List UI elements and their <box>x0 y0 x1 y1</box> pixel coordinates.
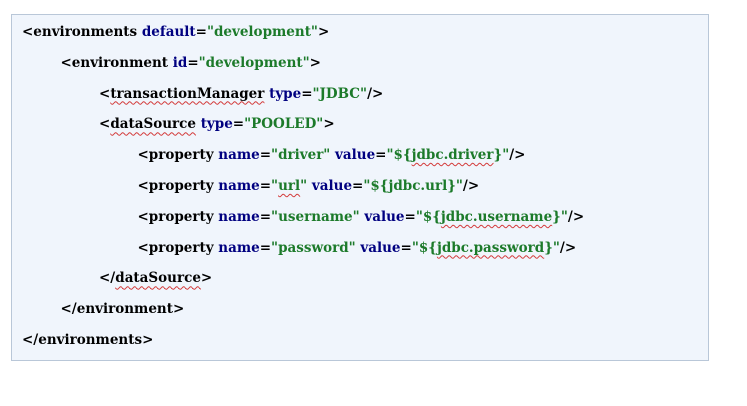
tag-text: < <box>99 116 111 133</box>
attribute-name: value <box>335 147 376 164</box>
code-line: </dataSource> <box>99 266 212 290</box>
code-line: <property name="driver" value="${jdbc.dr… <box>138 143 526 167</box>
attribute-name: value <box>364 208 405 225</box>
tag-text: = <box>400 239 412 256</box>
tag-text: </ <box>99 270 116 287</box>
tag-text: /> <box>367 85 384 102</box>
tag-text: = <box>187 54 199 71</box>
xml-code-block: <environments default="development"> <env… <box>11 14 709 361</box>
code-line: <dataSource type="POOLED"> <box>99 112 335 136</box>
attribute-name: value <box>360 239 401 256</box>
tag-text: > <box>323 116 335 133</box>
tag-text: = <box>352 178 364 194</box>
attribute-name: default <box>141 24 196 40</box>
code-line: <environments default="development"> <box>22 20 329 44</box>
attribute-value: "development" <box>198 54 310 71</box>
attribute-value: "development" <box>206 24 318 40</box>
tag-text: dataSource <box>110 116 196 133</box>
attribute-value: "${ <box>415 208 441 225</box>
attribute-value: }" <box>552 208 568 225</box>
attribute-name: name <box>218 178 260 194</box>
tag-text: </environments> <box>22 332 154 348</box>
tag-text: > <box>200 270 213 287</box>
attribute-value: url <box>278 178 301 194</box>
attribute-value: "${ <box>411 239 437 256</box>
code-line: <property name="username" value="${jdbc.… <box>138 205 585 229</box>
tag-text: < <box>99 85 111 102</box>
tag-text: = <box>404 208 416 225</box>
code-line: </environment> <box>61 297 185 321</box>
code-line: <property name="url" value="${jdbc.url}"… <box>138 174 480 198</box>
tag-text: <property <box>137 208 219 225</box>
tag-text: <property <box>137 239 219 256</box>
attribute-value: }" <box>544 239 560 256</box>
tag-text: <property <box>137 178 219 194</box>
tag-text: > <box>309 54 321 71</box>
tag-text: = <box>195 24 207 40</box>
tag-text: = <box>232 116 245 133</box>
tag-text: transactionManager <box>110 85 265 102</box>
attribute-name: name <box>218 239 260 256</box>
attribute-value: "${jdbc.url}" <box>363 178 463 194</box>
attribute-name: name <box>218 147 260 164</box>
tag-text: <environments <box>22 24 142 40</box>
attribute-value: }" <box>493 147 510 164</box>
code-line: </environments> <box>22 328 153 352</box>
tag-text: /> <box>462 178 480 194</box>
tag-text: = <box>259 208 272 225</box>
tag-text: </environment> <box>60 301 185 318</box>
tag-text: = <box>259 178 272 194</box>
attribute-name: id <box>172 54 188 71</box>
tag-text: > <box>317 24 330 40</box>
tag-text: /> <box>567 208 585 225</box>
attribute-name: type <box>200 116 233 133</box>
attribute-value: jdbc.password <box>436 239 545 256</box>
attribute-value: jdbc.driver <box>411 147 494 164</box>
code-line: <environment id="development"> <box>61 51 321 75</box>
attribute-name: name <box>218 208 260 225</box>
attribute-value: "POOLED" <box>244 116 324 133</box>
code-line: <transactionManager type="JDBC"/> <box>99 82 383 106</box>
code-line: <property name="password" value="${jdbc.… <box>138 236 577 260</box>
tag-text: <environment <box>60 54 173 71</box>
tag-text: = <box>259 147 272 164</box>
attribute-value: "JDBC" <box>312 85 368 102</box>
attribute-value: "${ <box>386 147 412 164</box>
tag-text: dataSource <box>115 270 201 287</box>
tag-text: <property <box>137 147 219 164</box>
attribute-name: value <box>311 178 353 194</box>
tag-text: /> <box>559 239 577 256</box>
attribute-value: "driver" <box>271 147 331 164</box>
tag-text: /> <box>509 147 526 164</box>
attribute-value: "username" <box>271 208 360 225</box>
tag-text: = <box>301 85 313 102</box>
attribute-value: jdbc.username <box>440 208 553 225</box>
tag-text: = <box>259 239 272 256</box>
attribute-name: type <box>269 85 302 102</box>
attribute-value: "password" <box>271 239 356 256</box>
tag-text: = <box>375 147 387 164</box>
